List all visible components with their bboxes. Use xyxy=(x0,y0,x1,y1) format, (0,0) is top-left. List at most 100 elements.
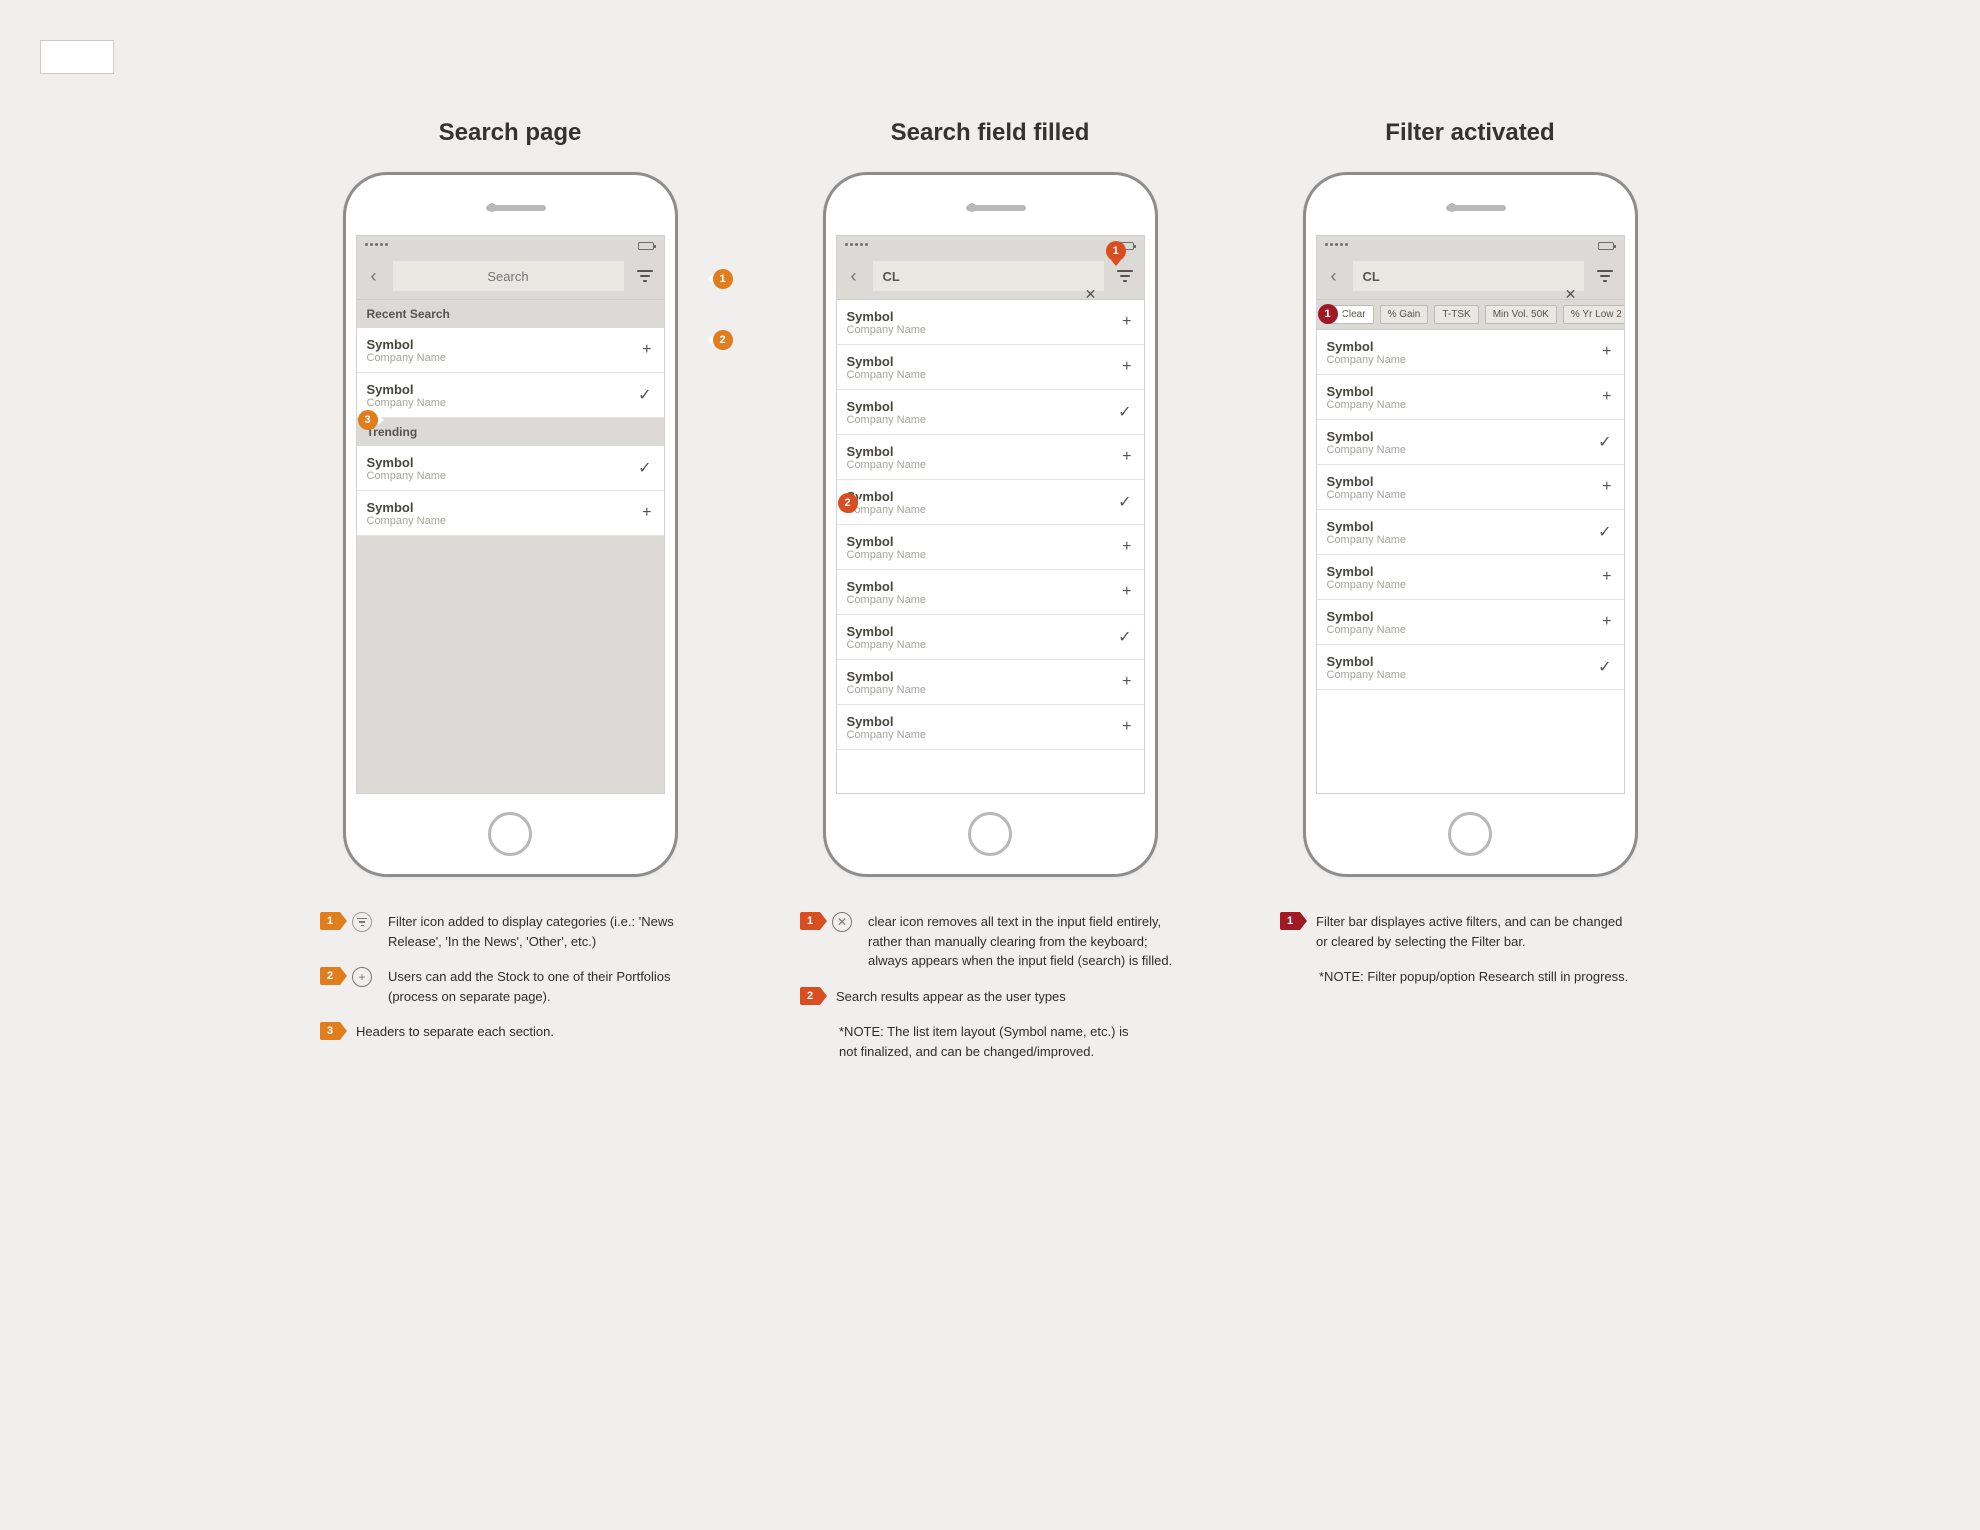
list-item[interactable]: SymbolCompany Name+ xyxy=(837,570,1144,615)
add-icon[interactable]: + xyxy=(1122,718,1131,736)
add-icon[interactable]: + xyxy=(1122,313,1131,331)
check-icon[interactable]: ✓ xyxy=(1118,402,1131,422)
note-badge: 1 xyxy=(1280,912,1300,930)
company-label: Company Name xyxy=(847,549,1134,561)
note-badge: 2 xyxy=(800,987,820,1005)
check-icon[interactable]: ✓ xyxy=(1598,432,1611,452)
callout-badge: 1 xyxy=(713,269,733,289)
status-bar xyxy=(1317,236,1624,256)
symbol-label: Symbol xyxy=(1327,384,1614,399)
callout-badge: 1 xyxy=(1106,241,1126,261)
list-item[interactable]: SymbolCompany Name✓ xyxy=(357,446,664,491)
list-item[interactable]: SymbolCompany Name+ xyxy=(837,345,1144,390)
clear-icon[interactable]: ✕ xyxy=(1562,285,1580,303)
add-icon[interactable]: + xyxy=(1602,388,1611,406)
plus-icon: + xyxy=(352,967,372,987)
list-item[interactable]: SymbolCompany Name+ xyxy=(357,328,664,373)
filter-icon[interactable] xyxy=(1114,265,1136,287)
add-icon[interactable]: + xyxy=(1122,448,1131,466)
add-icon[interactable]: + xyxy=(642,504,651,522)
filter-chip[interactable]: % Gain xyxy=(1380,305,1429,324)
company-label: Company Name xyxy=(1327,399,1614,411)
note: *NOTE: Filter popup/option Research stil… xyxy=(1280,967,1660,987)
note-text: Users can add the Stock to one of their … xyxy=(388,967,698,1006)
list-item[interactable]: SymbolCompany Name✓ xyxy=(837,615,1144,660)
company-label: Company Name xyxy=(1327,579,1614,591)
filter-bar[interactable]: ✕ Clear% GainT-TSKMin Vol. 50K% Yr Low 2 xyxy=(1317,300,1624,330)
x-icon: ✕ xyxy=(832,912,852,932)
add-icon[interactable]: + xyxy=(1122,538,1131,556)
company-label: Company Name xyxy=(367,515,654,527)
add-icon[interactable]: + xyxy=(1122,673,1131,691)
company-label: Company Name xyxy=(367,470,654,482)
check-icon[interactable]: ✓ xyxy=(1598,657,1611,677)
callout-badge: 2 xyxy=(838,493,858,513)
symbol-label: Symbol xyxy=(847,714,1134,729)
list-item[interactable]: SymbolCompany Name✓ xyxy=(1317,420,1624,465)
add-icon[interactable]: + xyxy=(1602,613,1611,631)
list-item[interactable]: SymbolCompany Name+ xyxy=(837,435,1144,480)
search-input[interactable] xyxy=(1353,261,1584,291)
list-item[interactable]: SymbolCompany Name✓ xyxy=(1317,510,1624,555)
add-icon[interactable]: + xyxy=(1122,358,1131,376)
company-label: Company Name xyxy=(847,729,1134,741)
add-icon[interactable]: + xyxy=(642,341,651,359)
home-button[interactable] xyxy=(488,812,532,856)
note-text: Filter icon added to display categories … xyxy=(388,912,698,951)
list-item[interactable]: SymbolCompany Name✓ xyxy=(357,373,664,418)
list-item[interactable]: SymbolCompany Name+ xyxy=(837,660,1144,705)
symbol-label: Symbol xyxy=(847,624,1134,639)
symbol-label: Symbol xyxy=(1327,654,1614,669)
phone-frame: ‹ Recent SearchSymbolCompany Name+SymbolC… xyxy=(343,172,678,877)
note-badge: 2 xyxy=(320,967,340,985)
back-icon[interactable]: ‹ xyxy=(1325,265,1343,287)
list-item[interactable]: SymbolCompany Name✓ xyxy=(837,480,1144,525)
list-item[interactable]: SymbolCompany Name✓ xyxy=(837,390,1144,435)
list-item[interactable]: SymbolCompany Name+ xyxy=(837,705,1144,750)
home-button[interactable] xyxy=(968,812,1012,856)
filter-chip[interactable]: T-TSK xyxy=(1434,305,1478,324)
list-item[interactable]: SymbolCompany Name+ xyxy=(1317,465,1624,510)
status-bar xyxy=(357,236,664,256)
company-label: Company Name xyxy=(1327,354,1614,366)
note-text: clear icon removes all text in the input… xyxy=(868,912,1178,971)
search-input[interactable] xyxy=(873,261,1104,291)
list-item[interactable]: SymbolCompany Name+ xyxy=(837,300,1144,345)
filter-icon[interactable] xyxy=(634,265,656,287)
add-icon[interactable]: + xyxy=(1122,583,1131,601)
search-bar: ‹ xyxy=(357,256,664,300)
add-icon[interactable]: + xyxy=(1602,478,1611,496)
list-item[interactable]: SymbolCompany Name+ xyxy=(1317,555,1624,600)
check-icon[interactable]: ✓ xyxy=(1118,492,1131,512)
list-item[interactable]: SymbolCompany Name+ xyxy=(357,491,664,536)
list-item[interactable]: SymbolCompany Name+ xyxy=(1317,375,1624,420)
check-icon[interactable]: ✓ xyxy=(1598,522,1611,542)
filter-icon xyxy=(352,912,372,932)
back-icon[interactable]: ‹ xyxy=(365,265,383,287)
company-label: Company Name xyxy=(847,639,1134,651)
screen: ‹✕✕ Clear% GainT-TSKMin Vol. 50K% Yr Low… xyxy=(1316,235,1625,794)
result-list: Recent SearchSymbolCompany Name+SymbolCo… xyxy=(357,300,664,536)
add-icon[interactable]: + xyxy=(1602,343,1611,361)
check-icon[interactable]: ✓ xyxy=(638,385,651,405)
company-label: Company Name xyxy=(847,504,1134,516)
back-icon[interactable]: ‹ xyxy=(845,265,863,287)
screen: ‹ Recent SearchSymbolCompany Name+SymbolC… xyxy=(356,235,665,794)
check-icon[interactable]: ✓ xyxy=(638,458,651,478)
list-item[interactable]: SymbolCompany Name+ xyxy=(1317,330,1624,375)
symbol-label: Symbol xyxy=(847,354,1134,369)
filter-chip[interactable]: Min Vol. 50K xyxy=(1485,305,1557,324)
list-item[interactable]: SymbolCompany Name+ xyxy=(837,525,1144,570)
list-item[interactable]: SymbolCompany Name+ xyxy=(1317,600,1624,645)
note: 2Search results appear as the user types xyxy=(800,987,1180,1007)
filter-icon[interactable] xyxy=(1594,265,1616,287)
filter-chip[interactable]: % Yr Low 2 xyxy=(1563,305,1624,324)
check-icon[interactable]: ✓ xyxy=(1118,627,1131,647)
list-item[interactable]: SymbolCompany Name✓ xyxy=(1317,645,1624,690)
callout-badge: 2 xyxy=(713,330,733,350)
home-button[interactable] xyxy=(1448,812,1492,856)
search-input[interactable] xyxy=(393,261,624,291)
note: *NOTE: The list item layout (Symbol name… xyxy=(800,1022,1180,1061)
add-icon[interactable]: + xyxy=(1602,568,1611,586)
screen: ‹✕SymbolCompany Name+SymbolCompany Name+… xyxy=(836,235,1145,794)
